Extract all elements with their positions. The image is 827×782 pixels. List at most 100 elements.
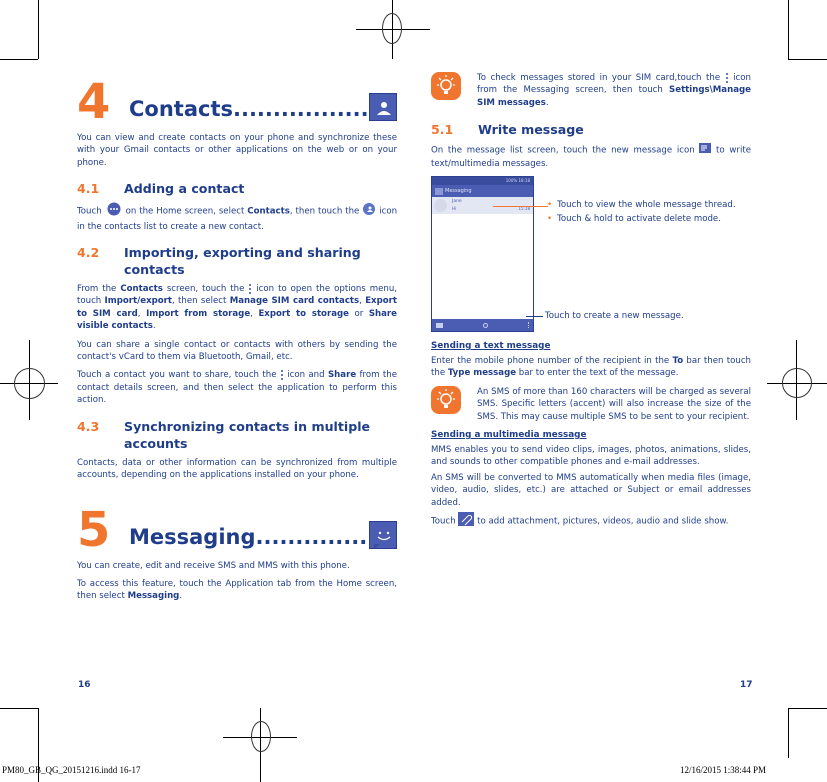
registration-mark-top — [356, 0, 430, 60]
callout-text: Touch to view the whole message thread. — [557, 200, 736, 211]
text: To access this feature, touch the Applic… — [77, 578, 397, 602]
callout-text: Touch & hold to activate delete mode. — [557, 214, 721, 225]
contacts-app-icon — [369, 93, 397, 121]
text: , — [137, 308, 147, 319]
more-options-icon — [248, 283, 252, 294]
bold-text: Type message — [447, 368, 517, 379]
footer-timestamp: 12/16/2015 1:38:44 PM — [680, 765, 767, 775]
text: . — [179, 591, 183, 602]
app-drawer-icon — [105, 202, 123, 220]
text: From the — [77, 284, 121, 295]
text: to add attachment, pictures, videos, aud… — [477, 516, 729, 527]
crop-mark — [788, 708, 789, 758]
attachment-icon — [458, 512, 475, 530]
section-4-2-para-2: You can share a single contact or contac… — [77, 339, 397, 363]
callout-thread-delete: • Touch & hold to activate delete mode. — [547, 214, 721, 225]
section-number: 4.3 — [77, 418, 100, 434]
page-number-left: 16 — [78, 680, 91, 690]
status-bar-text: 100% 18:18 — [506, 177, 530, 185]
section-5-1-intro: On the message list screen, touch the ne… — [431, 143, 751, 170]
chapter-number: 4 — [77, 74, 111, 130]
status-time: 18:18 — [518, 178, 530, 184]
bold-text: Import/export — [104, 296, 173, 307]
text: Touch — [77, 206, 102, 217]
text: . — [545, 97, 549, 108]
status-bar: 100% 18:18 — [432, 177, 533, 186]
bold-text: Contacts — [120, 284, 163, 295]
text: or — [348, 308, 369, 319]
section-title: Write message — [478, 122, 584, 138]
section-title: Importing, exporting and sharing contact… — [124, 245, 361, 278]
crop-mark — [788, 708, 827, 709]
section-4-1-heading: 4.1 Adding a contact — [77, 180, 397, 197]
callout-thread-view: • Touch to view the whole message thread. — [547, 200, 736, 211]
registration-mark-right — [767, 340, 827, 420]
sending-mms-para-3: Touch to add attachment, pictures, video… — [431, 512, 751, 530]
bold-text: To — [672, 356, 684, 367]
crop-mark — [38, 0, 39, 59]
text: on the Home screen, select — [125, 206, 248, 217]
section-number: 5.1 — [431, 122, 454, 138]
registration-mark-bottom — [223, 708, 297, 782]
phone-screenshot: 100% 18:18 Messaging Jane Hi 15:18 — [431, 176, 534, 333]
footer-filename: PM80_GB_QG_20151216.indd 16-17 — [2, 765, 141, 775]
app-bar: Messaging — [432, 185, 533, 198]
text: . — [152, 321, 156, 332]
right-page: To check messages stored in your SIM car… — [431, 72, 751, 537]
text: , then touch the — [289, 206, 360, 217]
thread-name: Jane — [452, 199, 462, 205]
crop-mark — [788, 0, 789, 59]
section-4-2-para-1: From the Contacts screen, touch the icon… — [77, 283, 397, 333]
app-bar-title: Messaging — [445, 188, 472, 195]
bold-text: Export to storage — [258, 308, 349, 319]
left-page: 4 Contacts................... You can vi… — [77, 72, 397, 609]
chapter-5-para-2: To access this feature, touch the Applic… — [77, 578, 397, 603]
lightbulb-tip-icon — [431, 72, 461, 100]
page-number-right: 17 — [740, 680, 753, 690]
lightbulb-tip-icon — [431, 385, 461, 414]
section-title: Synchronizing contacts in multiple accou… — [124, 418, 371, 451]
text: screen, touch the — [162, 284, 249, 295]
sending-text-para: Enter the mobile phone number of the rec… — [431, 355, 751, 380]
callout-leader-new — [526, 316, 543, 318]
section-5-1-heading: 5.1 Write message — [431, 121, 751, 138]
section-title: Adding a contact — [124, 181, 245, 197]
bold-text: Share — [327, 370, 357, 381]
bold-text: Import from storage — [146, 308, 251, 319]
more-options-icon[interactable] — [528, 322, 529, 329]
tip-text: An SMS of more than 160 characters will … — [477, 386, 751, 422]
tip-sim-messages: To check messages stored in your SIM car… — [431, 72, 751, 109]
messaging-app-icon — [435, 187, 443, 195]
new-message-icon[interactable] — [436, 322, 443, 328]
section-4-3-heading: 4.3 Synchronizing contacts in multiple a… — [77, 418, 397, 452]
chapter-4-intro: You can view and create contacts on your… — [77, 133, 397, 168]
chapter-title: Messaging................. — [129, 524, 369, 549]
more-options-icon — [725, 72, 729, 83]
bold-text: Manage SIM card contacts — [229, 296, 360, 307]
crop-mark — [788, 59, 827, 60]
chapter-5-heading: 5 Messaging................. — [77, 500, 397, 554]
text: bar to enter the text of the message. — [516, 368, 679, 379]
new-message-icon — [699, 143, 712, 157]
sending-mms-para-2: An SMS will be converted to MMS automati… — [431, 472, 751, 508]
sending-mms-heading: Sending a multimedia message — [431, 430, 587, 441]
text: icon and — [283, 370, 328, 381]
crop-mark — [0, 59, 38, 60]
section-number: 4.1 — [77, 181, 100, 197]
text: , then select — [172, 296, 230, 307]
section-4-2-para-3: Touch a contact you want to share, touch… — [77, 369, 397, 406]
bold-text: Contacts — [247, 206, 290, 217]
text: Touch — [431, 516, 459, 527]
text: Touch a contact you want to share, touch… — [77, 370, 280, 381]
text: Enter the mobile phone number of the rec… — [431, 356, 673, 367]
chapter-5-para-1: You can create, edit and receive SMS and… — [77, 560, 350, 571]
search-icon[interactable] — [483, 322, 488, 328]
section-4-3-text: Contacts, data or other information can … — [77, 457, 397, 481]
chapter-4-heading: 4 Contacts................... — [77, 72, 397, 130]
add-contact-icon — [362, 203, 376, 219]
bottom-bar — [432, 319, 533, 332]
avatar — [434, 199, 447, 213]
messaging-app-icon — [369, 520, 397, 549]
section-4-2-heading: 4.2 Importing, exporting and sharing con… — [77, 244, 397, 278]
bold-text: Messaging — [127, 591, 180, 602]
